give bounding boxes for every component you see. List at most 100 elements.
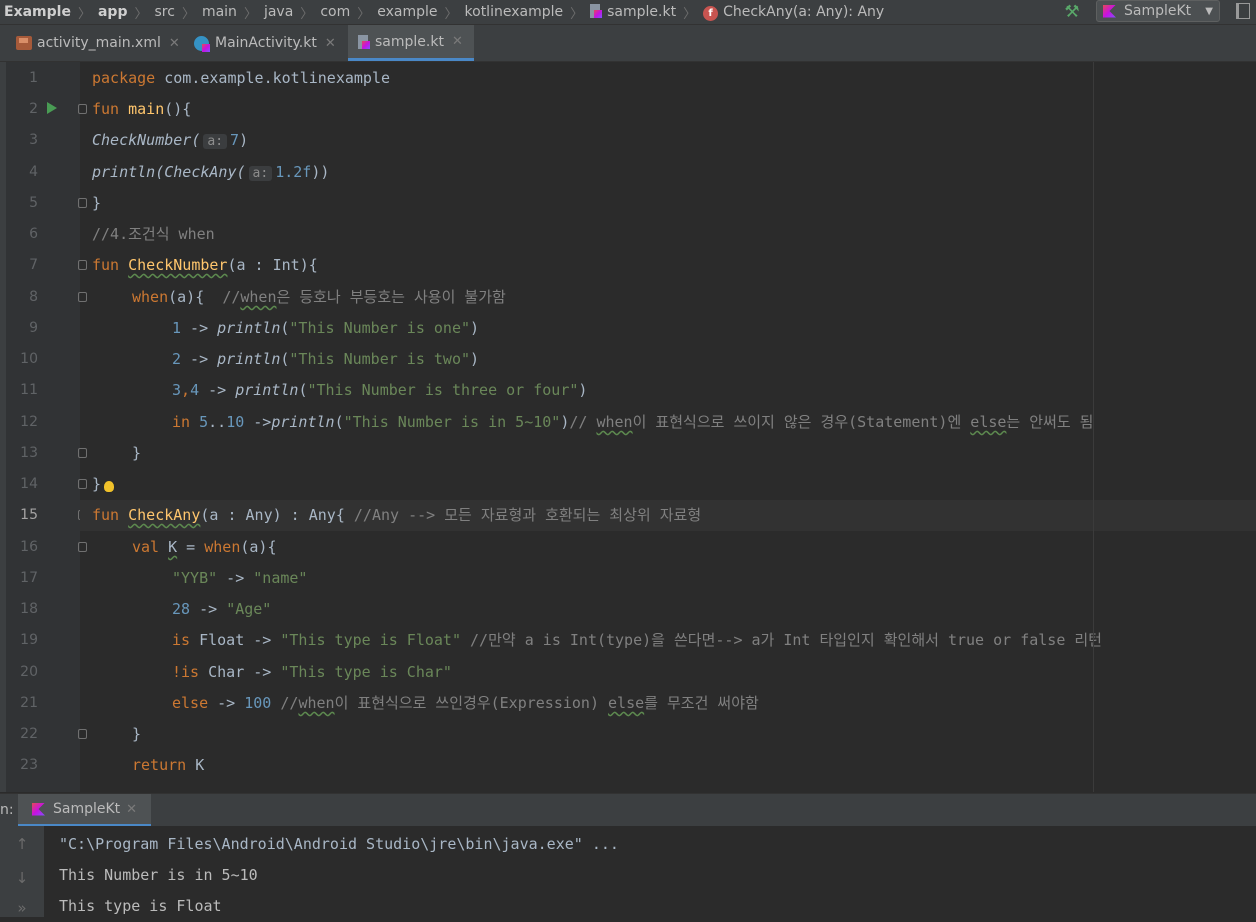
- tab-run-samplekt[interactable]: SampleKt ✕: [18, 794, 152, 827]
- build-hammer-icon[interactable]: ⚒: [1061, 1, 1083, 23]
- breadcrumb-separator-icon: 〉: [134, 6, 148, 22]
- comment: 는 안써도 됨: [1006, 413, 1094, 431]
- comment: 은 등호나 부등호는 사용이 불가함: [276, 288, 506, 306]
- code-text: }: [132, 725, 142, 743]
- close-icon[interactable]: ✕: [452, 34, 463, 49]
- breadcrumb-file[interactable]: sample.kt: [586, 4, 680, 20]
- breadcrumb-kotlinexample[interactable]: kotlinexample: [461, 4, 568, 20]
- number-literal: 5: [199, 413, 209, 431]
- line-number: 10: [20, 351, 38, 367]
- code-line: !is Char -> "This type is Char": [80, 657, 1256, 688]
- code-text: ): [470, 350, 480, 368]
- number-literal: 1.2f: [275, 163, 312, 181]
- breadcrumb-file-label: sample.kt: [607, 4, 677, 20]
- code-text: K: [186, 756, 205, 774]
- run-console[interactable]: "C:\Program Files\Android\Android Studio…: [44, 826, 1256, 917]
- keyword: package: [92, 69, 156, 87]
- string-literal: "This Number is two": [289, 350, 471, 368]
- code-text: }: [92, 194, 102, 212]
- function-icon: f: [703, 5, 719, 21]
- code-text: ->: [244, 413, 272, 431]
- tab-label: sample.kt: [375, 33, 444, 50]
- kotlin-icon: [1103, 4, 1116, 18]
- function-call: CheckAny(: [164, 163, 246, 181]
- breadcrumb-separator-icon: 〉: [77, 6, 91, 22]
- close-icon[interactable]: ✕: [126, 802, 137, 817]
- keyword: !is: [172, 663, 200, 681]
- code-text: (a){: [240, 538, 277, 556]
- breadcrumb-app[interactable]: app: [94, 4, 132, 20]
- code-line: CheckNumber(a: 7): [80, 125, 1256, 156]
- breadcrumb-project[interactable]: Example: [0, 4, 75, 20]
- function-call: println(: [92, 163, 165, 181]
- right-margin-guide: [1093, 62, 1094, 792]
- code-text: ->: [181, 350, 218, 368]
- tab-activity-main-xml[interactable]: activity_main.xml ✕: [16, 25, 184, 61]
- more-icon[interactable]: »: [12, 898, 32, 918]
- breadcrumb-function[interactable]: f CheckAny(a: Any): Any: [699, 4, 888, 21]
- code-line: }: [80, 188, 1256, 219]
- kotlin-class-icon: [194, 35, 210, 52]
- line-number: 7: [29, 257, 38, 273]
- code-text: }: [92, 475, 102, 493]
- xml-file-icon: [16, 36, 32, 50]
- breadcrumb-function-label: CheckAny(a: Any): Any: [723, 3, 885, 20]
- breadcrumb-com[interactable]: com: [316, 4, 354, 20]
- keyword: return: [132, 756, 187, 774]
- breadcrumb-separator-icon: 〉: [444, 6, 458, 22]
- code-line-current: fun CheckAny(a : Any) : Any{ //Any --> 모…: [80, 500, 1256, 531]
- lightbulb-icon[interactable]: [104, 481, 114, 492]
- line-number: 9: [29, 320, 38, 336]
- code-line: "YYB" -> "name": [80, 563, 1256, 594]
- parameter-hint: a:: [248, 166, 273, 181]
- breadcrumb-java[interactable]: java: [260, 4, 297, 20]
- scroll-up-icon[interactable]: ↑: [12, 834, 32, 854]
- kotlin-icon: [32, 802, 45, 816]
- tab-sample-kt[interactable]: sample.kt ✕: [348, 25, 474, 61]
- line-number: 3: [29, 132, 38, 148]
- close-icon[interactable]: ✕: [325, 36, 336, 51]
- breadcrumb-separator-icon: 〉: [357, 6, 371, 22]
- run-tab-label: SampleKt: [53, 801, 121, 817]
- code-line: //4.조건식 when: [80, 219, 1256, 250]
- line-number: 19: [20, 632, 38, 648]
- code-line: }: [80, 719, 1256, 750]
- breadcrumb-src[interactable]: src: [150, 4, 178, 20]
- line-number: 20: [20, 664, 38, 680]
- code-line: 3,4 -> println("This Number is three or …: [80, 375, 1256, 406]
- run-gutter-icon[interactable]: [47, 102, 57, 114]
- string-literal: "This type is Float": [280, 631, 461, 649]
- breadcrumb-separator-icon: 〉: [181, 6, 195, 22]
- close-icon[interactable]: ✕: [169, 36, 180, 51]
- line-number: 17: [20, 570, 38, 586]
- tab-mainactivity-kt[interactable]: MainActivity.kt ✕: [194, 25, 346, 61]
- code-line: fun CheckNumber(a : Int){: [80, 250, 1256, 281]
- comment: when: [240, 288, 277, 306]
- code-line: when(a){ //when은 등호나 부등호는 사용이 불가함: [80, 282, 1256, 313]
- function-call: println: [235, 381, 299, 399]
- breadcrumb-separator-icon: 〉: [243, 6, 257, 22]
- code-line: val K = when(a){: [80, 532, 1256, 563]
- number-literal: 2: [172, 350, 182, 368]
- code-editor[interactable]: 1 2 3 4 5 6 7 8 9 10 11 12 13 14 15 16 1…: [0, 62, 1256, 792]
- kotlin-file-icon: [358, 34, 370, 49]
- comment: //: [222, 288, 241, 306]
- code-text: com.example.kotlinexample: [155, 69, 391, 87]
- code-area[interactable]: package com.example.kotlinexample fun ma…: [80, 62, 1256, 792]
- line-number: 5: [29, 195, 38, 211]
- comment: 를 무조건 써야함: [644, 694, 759, 712]
- comment: //Any --> 모든 자료형과 호환되는 최상위 자료형: [353, 506, 702, 524]
- scroll-down-icon[interactable]: ↓: [12, 868, 32, 888]
- frame-icon[interactable]: [1236, 3, 1250, 19]
- code-line: 28 -> "Age": [80, 594, 1256, 625]
- number-literal: 100: [244, 694, 272, 712]
- function-name: CheckNumber: [128, 256, 228, 274]
- run-configuration-dropdown[interactable]: SampleKt ▼: [1096, 0, 1220, 22]
- code-text: ): [470, 319, 480, 337]
- code-text: ->: [190, 600, 227, 618]
- code-text: (: [334, 413, 344, 431]
- comment: 이 표현식으로 쓰인경우(Expression): [334, 694, 609, 712]
- breadcrumb-main[interactable]: main: [198, 4, 241, 20]
- breadcrumb-example[interactable]: example: [373, 4, 441, 20]
